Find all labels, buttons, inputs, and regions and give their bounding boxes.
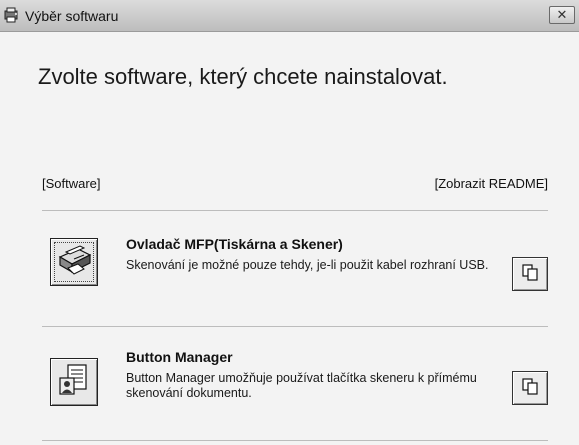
- software-selection-window: Výběr softwaru ✕ Zvolte software, který …: [0, 0, 579, 445]
- document-copy-icon: [520, 262, 540, 287]
- software-column-label: [Software]: [42, 176, 101, 191]
- item-description: Button Manager umožňuje používat tlačítk…: [126, 371, 477, 400]
- window-title: Výběr softwaru: [25, 8, 119, 24]
- item-description: Skenování je možné pouze tehdy, je-li po…: [126, 258, 489, 272]
- show-readme-column-label: [Zobrazit README]: [434, 176, 548, 191]
- section-divider: [42, 210, 548, 211]
- printer-scanner-icon: [54, 241, 94, 284]
- page-heading: Zvolte software, který chcete nainstalov…: [38, 64, 448, 89]
- button-manager-icon: [56, 362, 92, 403]
- item-divider: [42, 326, 548, 327]
- section-header: [Software] [Zobrazit README]: [42, 176, 548, 191]
- document-copy-icon: [520, 376, 540, 401]
- close-button[interactable]: ✕: [549, 6, 575, 24]
- app-icon: [3, 6, 21, 23]
- close-icon: ✕: [556, 7, 568, 22]
- item-title: Button Manager: [126, 349, 233, 365]
- title-bar: Výběr softwaru ✕: [0, 0, 579, 32]
- readme-button[interactable]: [512, 371, 548, 405]
- readme-button[interactable]: [512, 257, 548, 291]
- install-mfp-driver-button[interactable]: [50, 238, 98, 286]
- install-button-manager-button[interactable]: [50, 358, 98, 406]
- item-divider: [42, 440, 548, 441]
- item-title: Ovladač MFP(Tiskárna a Skener): [126, 236, 343, 252]
